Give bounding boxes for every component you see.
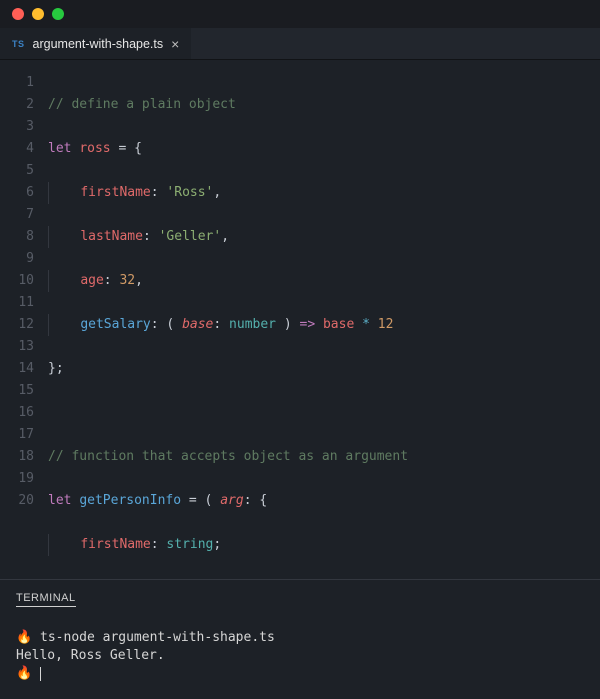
identifier: base: [323, 317, 354, 332]
identifier: getPersonInfo: [79, 493, 181, 508]
string-literal: 'Ross': [166, 185, 213, 200]
line-number: 17: [0, 424, 34, 446]
titlebar: [0, 0, 600, 28]
typescript-icon: TS: [12, 39, 25, 49]
tab-filename: argument-with-shape.ts: [33, 37, 164, 51]
line-number: 20: [0, 490, 34, 512]
method: getSalary: [80, 317, 150, 332]
terminal-tab[interactable]: TERMINAL: [16, 592, 76, 607]
file-tab[interactable]: TS argument-with-shape.ts ×: [0, 28, 191, 59]
line-number-gutter: 1234567891011121314151617181920: [0, 72, 48, 575]
tab-bar: TS argument-with-shape.ts ×: [0, 28, 600, 60]
window-minimize-button[interactable]: [32, 8, 44, 20]
code-area[interactable]: // define a plain object let ross = { fi…: [48, 72, 600, 575]
line-number: 13: [0, 336, 34, 358]
identifier: ross: [79, 141, 110, 156]
keyword-let: let: [48, 493, 71, 508]
code-comment: // function that accepts object as an ar…: [48, 449, 408, 464]
code-comment: // define a plain object: [48, 97, 236, 112]
punctuation: = {: [111, 141, 142, 156]
terminal-command: ts-node argument-with-shape.ts: [40, 630, 275, 645]
property: age: [80, 273, 103, 288]
terminal-line: Hello, Ross Geller.: [16, 648, 165, 663]
code-editor[interactable]: 1234567891011121314151617181920 // defin…: [0, 60, 600, 575]
keyword-let: let: [48, 141, 71, 156]
terminal-cursor: [40, 667, 41, 681]
line-number: 12: [0, 314, 34, 336]
parameter: base: [182, 317, 213, 332]
line-number: 7: [0, 204, 34, 226]
prompt-icon: 🔥: [16, 666, 40, 681]
window-zoom-button[interactable]: [52, 8, 64, 20]
string-literal: 'Geller': [159, 229, 222, 244]
line-number: 6: [0, 182, 34, 204]
line-number: 4: [0, 138, 34, 160]
line-number: 16: [0, 402, 34, 424]
close-icon[interactable]: ×: [171, 37, 179, 51]
line-number: 19: [0, 468, 34, 490]
line-number: 11: [0, 292, 34, 314]
number-literal: 32: [119, 273, 135, 288]
type: number: [229, 317, 276, 332]
property: firstName: [80, 185, 150, 200]
line-number: 10: [0, 270, 34, 292]
prompt-icon: 🔥: [16, 630, 40, 645]
line-number: 15: [0, 380, 34, 402]
line-number: 18: [0, 446, 34, 468]
line-number: 1: [0, 72, 34, 94]
line-number: 5: [0, 160, 34, 182]
line-number: 8: [0, 226, 34, 248]
type: string: [166, 537, 213, 552]
line-number: 9: [0, 248, 34, 270]
punctuation: };: [48, 361, 64, 376]
line-number: 2: [0, 94, 34, 116]
editor-window: TS argument-with-shape.ts × 123456789101…: [0, 0, 600, 699]
property: firstName: [80, 537, 150, 552]
terminal-output[interactable]: 🔥 ts-node argument-with-shape.ts Hello, …: [16, 629, 584, 683]
line-number: 3: [0, 116, 34, 138]
bottom-panel: TERMINAL 🔥 ts-node argument-with-shape.t…: [0, 580, 600, 699]
operator: *: [362, 317, 370, 332]
parameter: arg: [220, 493, 243, 508]
line-number: 14: [0, 358, 34, 380]
number-literal: 12: [378, 317, 394, 332]
property: lastName: [80, 229, 143, 244]
window-close-button[interactable]: [12, 8, 24, 20]
